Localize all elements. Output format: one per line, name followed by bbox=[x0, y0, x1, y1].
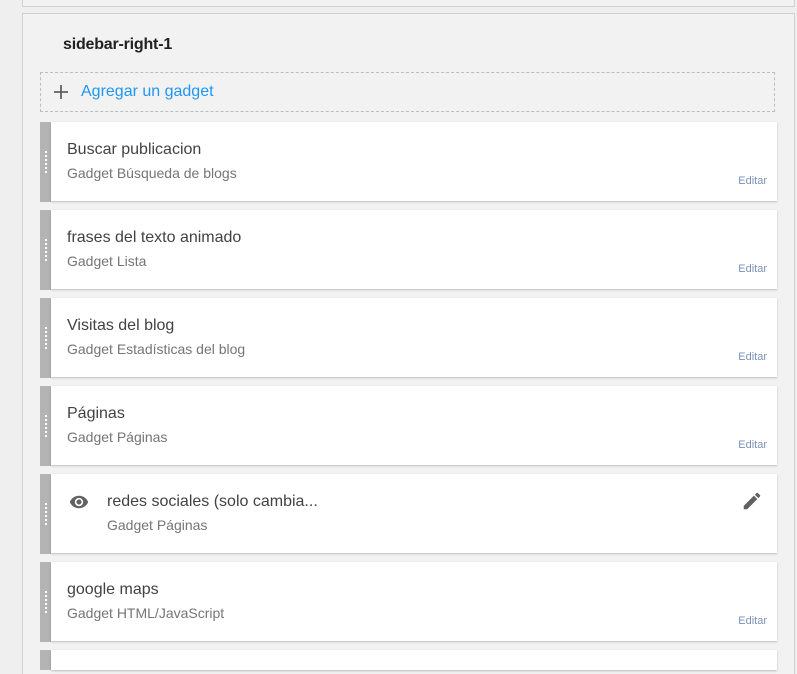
gadget-title: frases del texto animado bbox=[67, 229, 242, 246]
gadget-title: redes sociales (solo cambia... bbox=[107, 493, 318, 510]
drag-handle[interactable] bbox=[40, 122, 51, 202]
sidebar-right-section: sidebar-right-1 Agregar un gadget Buscar… bbox=[22, 13, 795, 674]
gadget-card-partial[interactable] bbox=[40, 650, 777, 670]
gadget-card[interactable]: redes sociales (solo cambia... Gadget Pá… bbox=[40, 474, 777, 554]
gadget-type: Gadget Búsqueda de blogs bbox=[67, 165, 237, 181]
drag-handle[interactable] bbox=[40, 298, 51, 378]
drag-handle[interactable] bbox=[40, 386, 51, 466]
gadget-title: google maps bbox=[67, 581, 159, 598]
edit-link[interactable]: Editar bbox=[738, 439, 767, 451]
gadget-type: Gadget Páginas bbox=[67, 429, 168, 445]
gadget-type: Gadget Estadísticas del blog bbox=[67, 341, 246, 357]
drag-handle[interactable] bbox=[40, 650, 51, 670]
gadget-title: Buscar publicacion bbox=[67, 141, 202, 158]
gadget-card-body: frases del texto animado Gadget Lista Ed… bbox=[51, 210, 777, 289]
gadget-card[interactable]: frases del texto animado Gadget Lista Ed… bbox=[40, 210, 777, 290]
gadget-card[interactable]: google maps Gadget HTML/JavaScript Edita… bbox=[40, 562, 777, 642]
gadget-card[interactable]: Visitas del blog Gadget Estadísticas del… bbox=[40, 298, 777, 378]
drag-handle[interactable] bbox=[40, 474, 51, 554]
previous-section-panel bbox=[22, 0, 795, 7]
gadget-card[interactable]: Buscar publicacion Gadget Búsqueda de bl… bbox=[40, 122, 777, 202]
gadget-type: Gadget Páginas bbox=[107, 517, 208, 533]
pencil-icon[interactable] bbox=[741, 490, 763, 512]
edit-link[interactable]: Editar bbox=[738, 615, 767, 627]
section-title: sidebar-right-1 bbox=[63, 36, 173, 53]
eye-icon[interactable] bbox=[66, 492, 92, 512]
gadget-card-body bbox=[51, 650, 777, 670]
add-gadget-button[interactable]: Agregar un gadget bbox=[40, 72, 775, 112]
gadget-type: Gadget Lista bbox=[67, 253, 147, 269]
edit-link[interactable]: Editar bbox=[738, 351, 767, 363]
gadget-card[interactable]: Páginas Gadget Páginas Editar bbox=[40, 386, 777, 466]
gadget-card-body: redes sociales (solo cambia... Gadget Pá… bbox=[51, 474, 777, 553]
gadget-card-body: Visitas del blog Gadget Estadísticas del… bbox=[51, 298, 777, 377]
gadget-type: Gadget HTML/JavaScript bbox=[67, 605, 225, 621]
gadget-title: Visitas del blog bbox=[67, 317, 175, 334]
edit-link[interactable]: Editar bbox=[738, 175, 767, 187]
gadget-card-body: Buscar publicacion Gadget Búsqueda de bl… bbox=[51, 122, 777, 201]
gadget-card-body: google maps Gadget HTML/JavaScript Edita… bbox=[51, 562, 777, 641]
gadget-title: Páginas bbox=[67, 405, 125, 422]
edit-link[interactable]: Editar bbox=[738, 263, 767, 275]
gadget-card-body: Páginas Gadget Páginas Editar bbox=[51, 386, 777, 465]
add-gadget-label: Agregar un gadget bbox=[81, 83, 214, 100]
plus-icon bbox=[41, 72, 81, 112]
drag-handle[interactable] bbox=[40, 562, 51, 642]
drag-handle[interactable] bbox=[40, 210, 51, 290]
